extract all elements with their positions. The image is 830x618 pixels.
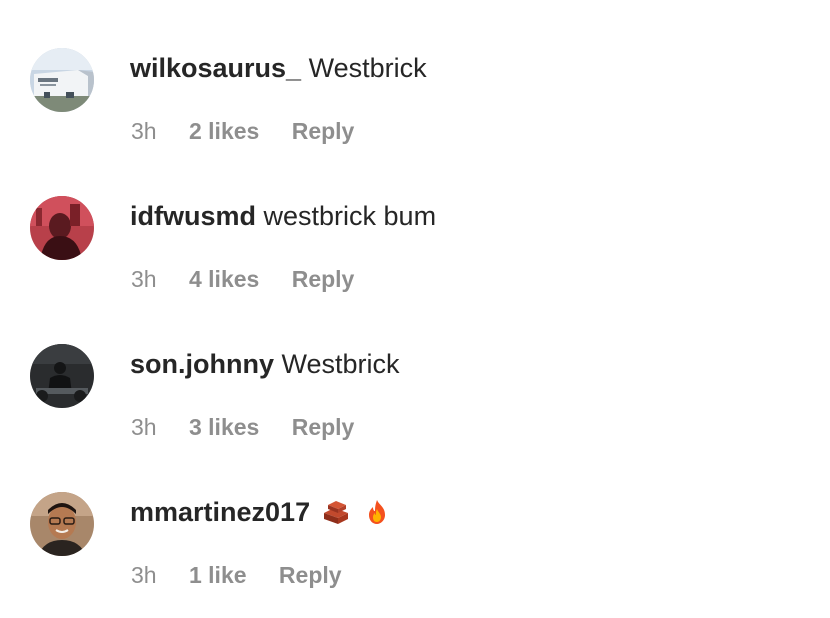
avatar[interactable] bbox=[30, 344, 94, 408]
comment-meta: 3h 1 like Reply bbox=[131, 561, 342, 589]
comment-meta: 3h 2 likes Reply bbox=[131, 117, 354, 145]
comment-likes[interactable]: 4 likes bbox=[189, 266, 259, 292]
reply-button[interactable]: Reply bbox=[279, 562, 342, 588]
fire-emoji-icon bbox=[365, 499, 389, 525]
comment-username[interactable]: mmartinez017 bbox=[130, 497, 310, 527]
comment-meta: 3h 4 likes Reply bbox=[131, 265, 354, 293]
comment-time[interactable]: 3h bbox=[131, 266, 157, 292]
comment-item: son.johnny Westbrick 3h 3 likes Reply bbox=[0, 344, 830, 484]
avatar[interactable] bbox=[30, 492, 94, 556]
comment-item: wilkosaurus_ Westbrick 3h 2 likes Reply bbox=[0, 48, 830, 188]
comment-likes[interactable]: 3 likes bbox=[189, 414, 259, 440]
comment-username[interactable]: son.johnny bbox=[130, 349, 274, 379]
building-photo-avatar-icon bbox=[30, 48, 94, 112]
brick-emoji-icon bbox=[322, 499, 350, 525]
comment-content: idfwusmd westbrick bum bbox=[130, 200, 436, 232]
comment-item: mmartinez017 3h 1 like Reply bbox=[0, 492, 830, 618]
comment-likes[interactable]: 2 likes bbox=[189, 118, 259, 144]
avatar[interactable] bbox=[30, 48, 94, 112]
reply-button[interactable]: Reply bbox=[292, 118, 355, 144]
comment-time[interactable]: 3h bbox=[131, 414, 157, 440]
dark-gym-photo-avatar-icon bbox=[30, 344, 94, 408]
comment-likes[interactable]: 1 like bbox=[189, 562, 247, 588]
reply-button[interactable]: Reply bbox=[292, 414, 355, 440]
comment-text: Westbrick bbox=[281, 349, 400, 379]
comment-username[interactable]: idfwusmd bbox=[130, 201, 256, 231]
red-tinted-photo-avatar-icon bbox=[30, 196, 94, 260]
reply-button[interactable]: Reply bbox=[292, 266, 355, 292]
comment-time[interactable]: 3h bbox=[131, 562, 157, 588]
comment-content: son.johnny Westbrick bbox=[130, 348, 400, 380]
comment-time[interactable]: 3h bbox=[131, 118, 157, 144]
comment-username[interactable]: wilkosaurus_ bbox=[130, 53, 301, 83]
selfie-photo-avatar-icon bbox=[30, 492, 94, 556]
comments-list: wilkosaurus_ Westbrick 3h 2 likes Reply … bbox=[0, 0, 830, 618]
comment-text: westbrick bum bbox=[263, 201, 437, 231]
avatar[interactable] bbox=[30, 196, 94, 260]
comment-item: idfwusmd westbrick bum 3h 4 likes Reply bbox=[0, 196, 830, 336]
comment-meta: 3h 3 likes Reply bbox=[131, 413, 354, 441]
comment-text: Westbrick bbox=[308, 53, 427, 83]
comment-content: mmartinez017 bbox=[130, 496, 389, 528]
comment-content: wilkosaurus_ Westbrick bbox=[130, 52, 427, 84]
